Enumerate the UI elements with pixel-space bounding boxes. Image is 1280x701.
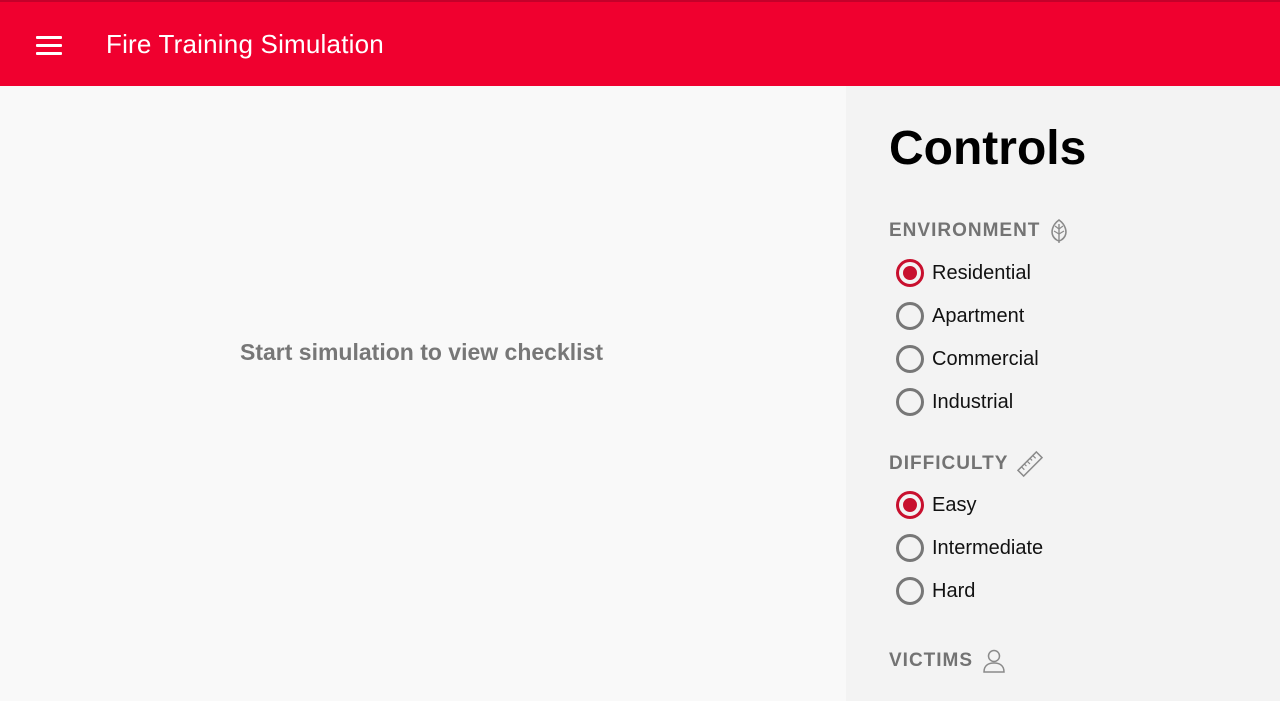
menu-icon-bar (36, 43, 62, 47)
ruler-icon (1017, 450, 1044, 478)
controls-panel: Controls ENVIRONMENT Residential Apartme… (846, 86, 1280, 701)
checklist-area: Start simulation to view checklist (0, 86, 846, 701)
radio-button[interactable] (896, 577, 924, 605)
radio-label: Easy (932, 493, 977, 516)
difficulty-option-hard[interactable]: Hard (896, 577, 975, 605)
app-title: Fire Training Simulation (106, 29, 384, 59)
environment-option-commercial[interactable]: Commercial (896, 345, 1039, 373)
radio-label: Residential (932, 261, 1031, 284)
radio-button[interactable] (896, 534, 924, 562)
radio-label: Intermediate (932, 536, 1044, 559)
radio-label: Industrial (932, 390, 1014, 413)
environment-section-heading: ENVIRONMENT (889, 218, 1070, 244)
victims-label: VICTIMS (889, 650, 974, 671)
difficulty-option-intermediate[interactable]: Intermediate (896, 534, 1043, 562)
environment-option-apartment[interactable]: Apartment (896, 302, 1024, 330)
checklist-placeholder: Start simulation to view checklist (240, 339, 603, 365)
difficulty-option-easy[interactable]: Easy (896, 491, 976, 519)
person-icon (983, 649, 1005, 673)
environment-option-residential[interactable]: Residential (896, 259, 1031, 287)
difficulty-label: DIFFICULTY (889, 453, 1009, 474)
environment-label: ENVIRONMENT (889, 220, 1041, 241)
menu-icon-bar (36, 51, 62, 55)
leaf-icon (1051, 219, 1068, 243)
radio-button[interactable] (896, 345, 924, 373)
menu-icon-bar (36, 35, 62, 39)
difficulty-section-heading: DIFFICULTY (889, 450, 1044, 478)
radio-button[interactable] (896, 302, 924, 330)
controls-title: Controls (889, 122, 1087, 175)
radio-button[interactable] (896, 388, 924, 416)
radio-label: Hard (932, 579, 976, 602)
app-bar: Fire Training Simulation (0, 0, 1280, 86)
victims-section-heading: VICTIMS (889, 648, 1007, 674)
radio-button[interactable] (896, 259, 924, 287)
menu-icon[interactable] (30, 30, 68, 60)
radio-label: Apartment (932, 304, 1025, 327)
environment-option-industrial[interactable]: Industrial (896, 388, 1013, 416)
radio-button[interactable] (896, 491, 924, 519)
radio-label: Commercial (932, 347, 1039, 370)
